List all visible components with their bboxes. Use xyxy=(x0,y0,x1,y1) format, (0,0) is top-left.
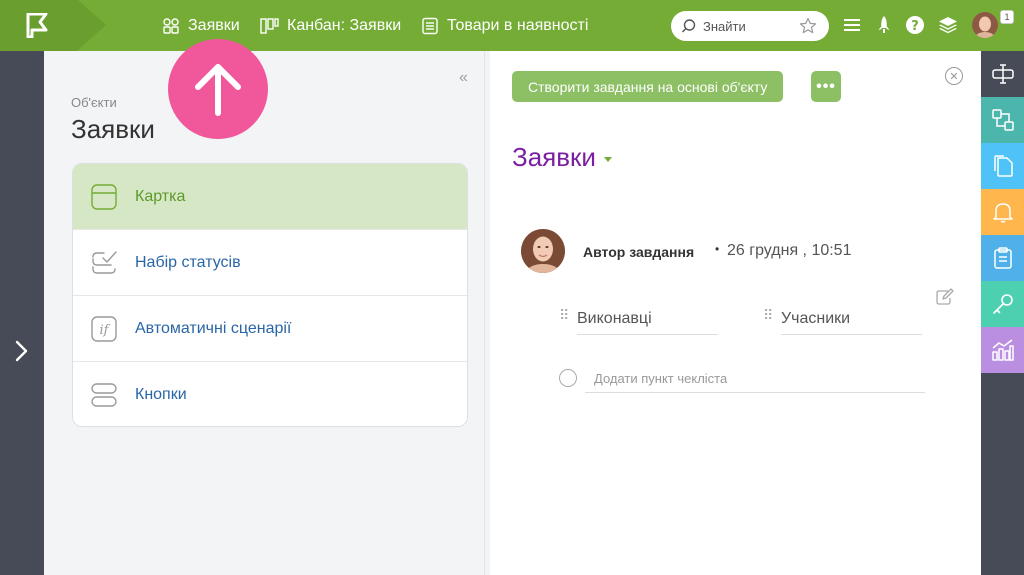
star-icon[interactable] xyxy=(799,17,817,35)
menu-icon[interactable] xyxy=(841,14,863,36)
nav-item-requests[interactable]: Заявки xyxy=(162,14,240,38)
list-doc-icon xyxy=(422,17,438,35)
right-item-access[interactable] xyxy=(981,281,1024,327)
object-menu: Картка Набір статусів if Автоматичні сце… xyxy=(72,163,468,427)
menu-item-card[interactable]: Картка xyxy=(73,164,467,230)
task-title[interactable]: Заявки xyxy=(512,142,612,173)
search-input[interactable]: Знайти xyxy=(703,19,799,34)
svg-text:?: ? xyxy=(911,19,919,34)
kanban-icon xyxy=(260,18,279,34)
logo-area[interactable] xyxy=(0,0,78,51)
chevron-right-icon[interactable] xyxy=(12,340,30,362)
logo-chevron xyxy=(78,0,106,50)
assignees-label: Виконавці xyxy=(577,309,652,327)
author-avatar[interactable] xyxy=(521,229,565,273)
user-avatar[interactable] xyxy=(972,12,998,38)
author-label[interactable]: Автор завдання xyxy=(583,244,694,260)
menu-item-buttons[interactable]: Кнопки xyxy=(73,362,467,426)
chart-icon xyxy=(991,339,1014,361)
if-script-icon: if xyxy=(90,315,118,343)
logo-flag-icon xyxy=(26,13,48,38)
left-collapsed-strip[interactable] xyxy=(0,51,44,575)
right-item-analytics[interactable] xyxy=(981,327,1024,373)
menu-item-statuses[interactable]: Набір статусів xyxy=(73,230,467,296)
nav-item-label: Товари в наявності xyxy=(447,17,589,34)
grid-icon xyxy=(163,18,179,34)
nav-item-label: Заявки xyxy=(188,17,240,34)
assignees-field[interactable]: Виконавці xyxy=(577,303,718,335)
right-item-text-field[interactable] xyxy=(981,51,1024,97)
card-icon xyxy=(90,183,118,211)
nav-item-label: Канбан: Заявки xyxy=(287,17,402,34)
right-item-notifications[interactable] xyxy=(981,189,1024,235)
task-card-panel: Створити завдання на основі об'єкту ••• … xyxy=(490,51,981,575)
right-item-clipboard[interactable] xyxy=(981,235,1024,281)
objects-panel: « Об'єкти Заявки Картка Набір статусів i… xyxy=(44,39,485,575)
key-icon xyxy=(992,294,1013,314)
menu-item-label: Набір статусів xyxy=(135,253,241,271)
more-actions-button[interactable]: ••• xyxy=(811,71,841,102)
nav-item-kanban[interactable]: Канбан: Заявки xyxy=(260,14,401,38)
collapse-panel-icon[interactable]: « xyxy=(459,69,468,87)
section-label: Об'єкти xyxy=(71,95,117,110)
edit-icon[interactable] xyxy=(935,288,955,306)
notification-badge[interactable]: 1 xyxy=(1000,10,1014,24)
upload-arrow-icon[interactable] xyxy=(168,39,268,139)
right-item-relations[interactable] xyxy=(981,97,1024,143)
search-icon xyxy=(682,19,696,33)
menu-item-label: Картка xyxy=(135,187,186,205)
panel-title: Заявки xyxy=(71,114,155,144)
layers-icon[interactable] xyxy=(937,14,959,36)
menu-item-label: Автоматичні сценарії xyxy=(135,319,292,337)
menu-item-label: Кнопки xyxy=(135,386,187,403)
checkbox-circle-icon[interactable] xyxy=(559,369,577,387)
menu-item-scenarios[interactable]: if Автоматичні сценарії xyxy=(73,296,467,362)
participants-field[interactable]: Учасники xyxy=(781,303,922,335)
right-item-documents[interactable] xyxy=(981,143,1024,189)
help-icon[interactable]: ? xyxy=(904,14,926,36)
close-icon[interactable]: ✕ xyxy=(945,67,963,85)
chevron-down-icon xyxy=(603,157,612,162)
add-checklist-input[interactable]: Додати пункт чекліста xyxy=(585,364,925,393)
separator-dot: • xyxy=(715,242,720,256)
bell-icon xyxy=(992,203,1013,223)
right-sidebar xyxy=(981,51,1024,575)
rocket-icon[interactable] xyxy=(873,14,895,36)
status-set-icon xyxy=(90,249,118,277)
clipboard-icon xyxy=(993,247,1012,269)
svg-text:if: if xyxy=(100,323,111,338)
task-title-text: Заявки xyxy=(512,142,596,172)
drag-handle-icon[interactable]: ⠿ xyxy=(559,307,569,324)
top-bar: Заявки Канбан: Заявки Товари в наявності… xyxy=(0,0,1024,51)
drag-handle-icon[interactable]: ⠿ xyxy=(763,307,773,324)
nav-item-goods[interactable]: Товари в наявності xyxy=(421,14,588,38)
search-box[interactable]: Знайти xyxy=(671,11,829,41)
participants-label: Учасники xyxy=(781,309,851,327)
documents-icon xyxy=(993,155,1013,177)
buttons-icon xyxy=(90,381,118,409)
create-task-button[interactable]: Створити завдання на основі об'єкту xyxy=(512,71,784,102)
relations-icon xyxy=(991,109,1014,131)
text-field-icon xyxy=(991,64,1014,84)
created-date: 26 грудня , 10:51 xyxy=(727,242,852,259)
